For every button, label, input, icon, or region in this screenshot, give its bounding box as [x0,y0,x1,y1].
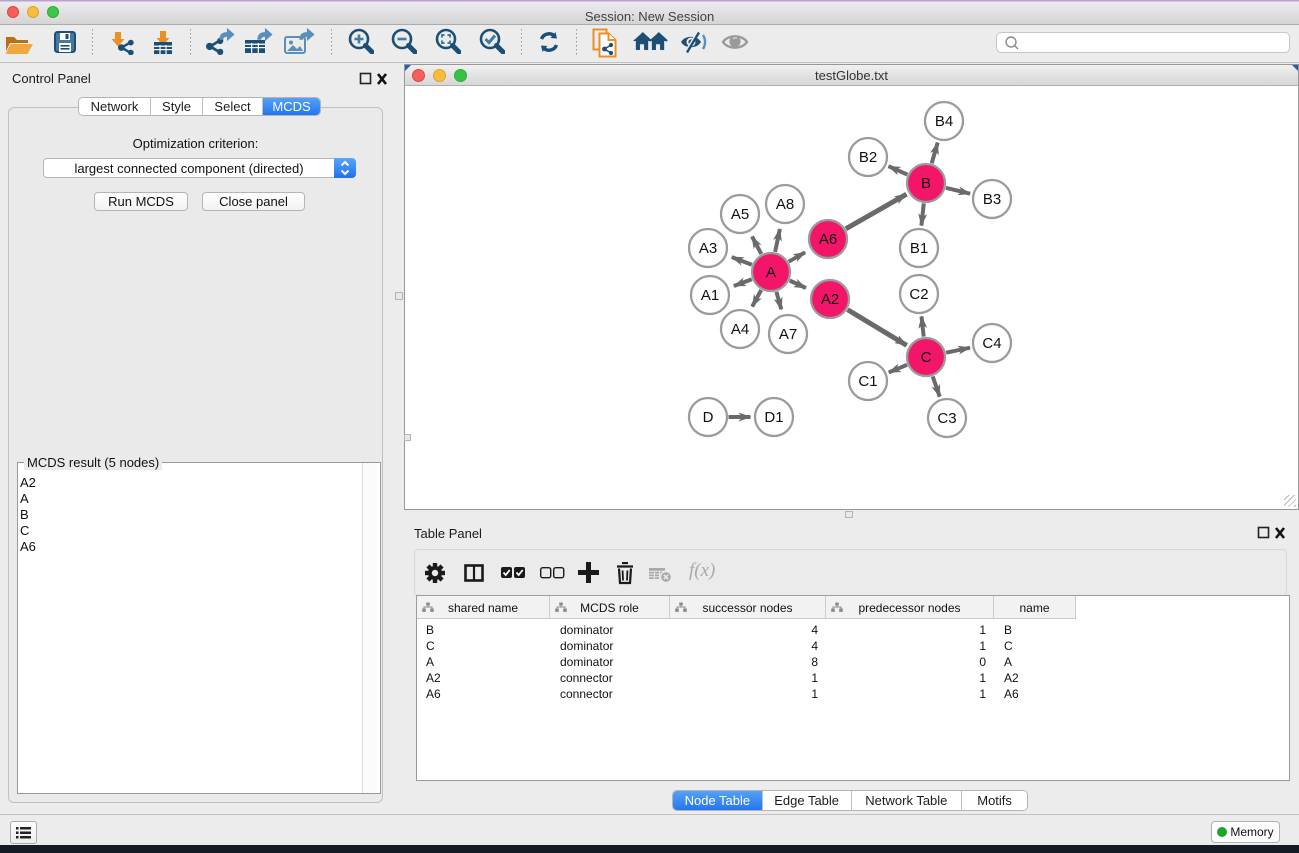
svg-text:C: C [921,349,932,366]
svg-text:A4: A4 [731,321,749,338]
svg-text:A2: A2 [821,291,839,308]
svg-text:C3: C3 [937,410,956,427]
svg-text:A7: A7 [779,326,797,343]
svg-text:A8: A8 [776,196,794,213]
svg-text:C1: C1 [858,373,877,390]
svg-text:A3: A3 [699,240,717,257]
svg-text:A6: A6 [819,231,837,248]
svg-text:C2: C2 [909,286,928,303]
svg-text:B3: B3 [983,191,1001,208]
svg-text:C4: C4 [982,335,1001,352]
svg-text:A: A [766,264,776,281]
svg-text:A5: A5 [731,206,749,223]
svg-text:D1: D1 [764,409,783,426]
svg-text:B4: B4 [935,113,953,130]
svg-text:D: D [703,409,714,426]
svg-text:A1: A1 [701,287,719,304]
svg-text:B2: B2 [859,149,877,166]
svg-text:B1: B1 [910,240,928,257]
svg-text:B: B [921,175,931,192]
